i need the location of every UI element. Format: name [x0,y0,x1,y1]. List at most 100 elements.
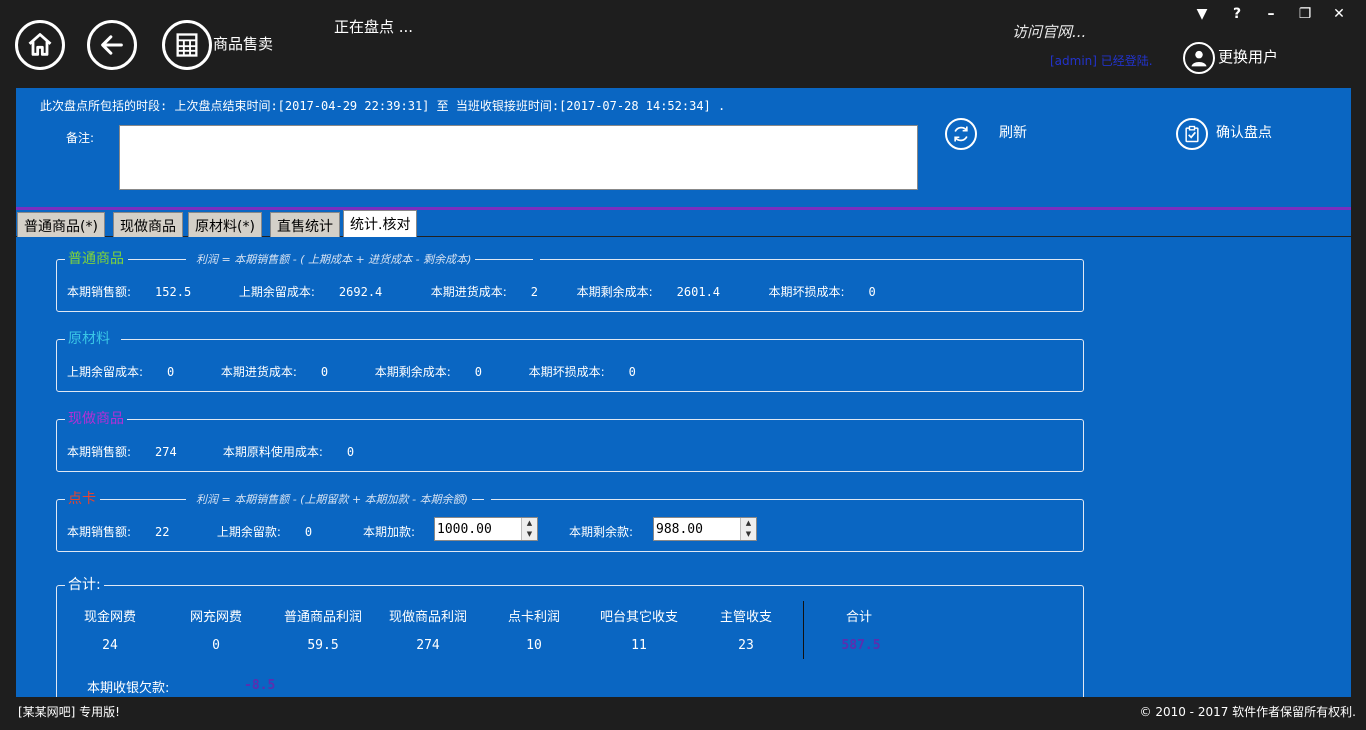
status-bar: [某某网吧] 专用版! © 2010 - 2017 软件作者保留所有权利. [0,697,1366,730]
minimize-icon[interactable]: – [1260,6,1282,22]
help-icon[interactable]: ? [1226,6,1248,22]
field-value: 0 [346,445,355,459]
summary-value: 10 [526,638,542,653]
summary-value: 23 [738,638,754,653]
field-label: 本期销售额: [67,285,132,299]
point-card-group: 点卡 利润 = 本期销售额 - (上期留款 + 本期加款 - 本期余额) 本期销售… [56,488,1084,552]
remaining-funds-label: 本期剩余款: [569,525,634,539]
confirm-inventory-label[interactable]: 确认盘点 [1216,122,1272,142]
statistics-content: 普通商品 利润 = 本期销售额 - ( 上期成本 + 进货成本 - 剩余成本) 本… [16,237,1351,697]
summary-header: 现金网费 [83,610,136,625]
arrow-left-icon [101,35,123,55]
tab-raw-materials[interactable]: 原材料(*) [188,212,262,237]
tab-made-goods[interactable]: 现做商品 [113,212,183,237]
field-label: 本期剩余成本: [576,285,653,299]
add-funds-stepper[interactable]: ▲▼ [434,517,538,541]
refresh-label[interactable]: 刷新 [999,122,1027,142]
field-value: 0 [167,365,175,379]
field-value: 2601.4 [676,285,721,299]
add-funds-input[interactable] [435,518,521,540]
field-value: 0 [628,365,636,379]
refresh-icon [954,126,968,142]
period-description: 此次盘点所包括的时段: 上次盘点结束时间:[2017-04-29 22:39:3… [40,99,726,113]
confirm-inventory-button[interactable] [1176,118,1208,150]
field-row: 本期销售额: 152.5 上期余留成本: 2692.4 本期进货成本: 2 本期剩余成… [67,283,876,300]
clipboard-check-icon [1185,125,1199,143]
switch-user-button[interactable] [1183,42,1215,74]
summary-header: 现做商品利润 [388,610,467,625]
made-goods-group: 现做商品 本期销售额: 274 本期原料使用成本: 0 [56,408,1084,472]
edition-text: [某某网吧] 专用版! [18,705,120,719]
cashier-debt-value: -8.5 [244,678,276,693]
calculator-icon [176,33,198,57]
summary-value: 59.5 [307,638,339,653]
tab-statistics-check[interactable]: 统计.核对 [343,210,418,237]
field-label: 本期坏损成本: [528,365,605,379]
goods-sale-button[interactable] [162,20,212,70]
increment-icon[interactable]: ▲ [522,518,537,529]
summary-value: 0 [212,638,220,653]
profit-formula: 利润 = 本期销售额 - (上期留款 + 本期加款 - 本期余额) [196,493,468,506]
group-title: 普通商品 [68,251,124,267]
inventory-info-panel: 此次盘点所包括的时段: 上次盘点结束时间:[2017-04-29 22:39:3… [16,88,1351,207]
decrement-icon[interactable]: ▼ [522,529,537,540]
refresh-button[interactable] [945,118,977,150]
tab-normal-goods[interactable]: 普通商品(*) [17,212,105,237]
normal-goods-group: 普通商品 利润 = 本期销售额 - ( 上期成本 + 进货成本 - 剩余成本) 本… [56,248,1084,312]
field-value: 0 [474,365,483,379]
close-icon[interactable]: ✕ [1328,6,1350,22]
tab-direct-sales[interactable]: 直售统计 [270,212,340,237]
home-button[interactable] [15,20,65,70]
field-label: 上期余留成本: [238,285,315,299]
add-funds-label: 本期加款: [363,525,416,539]
field-label: 本期剩余成本: [374,365,451,379]
summary-header: 网充网费 [189,610,242,625]
total-header: 合计 [845,610,872,625]
field-value: 2 [530,285,539,299]
title-bar: 商品售卖 正在盘点 ... 访问官网... [admin] 已经登陆. 更换用户… [0,0,1366,88]
login-status: [admin] 已经登陆. [1050,54,1153,68]
field-label: 本期原料使用成本: [222,445,323,459]
status-text: 正在盘点 ... [334,18,414,36]
decrement-icon[interactable]: ▼ [741,529,756,540]
summary-header: 吧台其它收支 [599,610,678,625]
tab-strip: 普通商品(*) 现做商品 原材料(*) 直售统计 统计.核对 [16,210,1351,237]
switch-user-label[interactable]: 更换用户 [1218,46,1278,67]
copyright-text: © 2010 - 2017 软件作者保留所有权利. [1139,705,1356,719]
field-value: 152.5 [155,285,192,299]
summary-header: 点卡利润 [507,610,560,625]
summary-header: 普通商品利润 [283,610,362,625]
field-label: 本期进货成本: [430,285,507,299]
summary-header: 主管收支 [719,610,772,625]
field-label: 本期进货成本: [220,365,297,379]
field-label: 本期销售额: [67,525,132,539]
back-button[interactable] [87,20,137,70]
field-value: 22 [155,525,170,539]
restore-icon[interactable]: ❐ [1294,6,1316,22]
field-label: 本期销售额: [67,445,132,459]
field-value: 2692.4 [338,285,383,299]
total-value: 587.5 [841,638,881,653]
group-title: 原材料 [68,331,110,347]
group-title: 点卡 [68,491,96,507]
visit-site-link[interactable]: 访问官网... [1012,21,1086,42]
divider [803,601,804,659]
group-title: 现做商品 [68,411,124,427]
goods-sale-label[interactable]: 商品售卖 [213,33,273,54]
summary-value: 24 [102,638,118,653]
field-label: 上期余留成本: [67,365,144,379]
field-label: 本期坏损成本: [768,285,845,299]
home-icon [28,33,52,56]
increment-icon[interactable]: ▲ [741,518,756,529]
dropdown-menu-icon[interactable]: ▼ [1191,6,1213,22]
summary-value: 11 [631,638,647,653]
field-label: 上期余留款: [216,525,281,539]
remaining-funds-stepper[interactable]: ▲▼ [653,517,757,541]
remaining-funds-input[interactable] [654,518,740,540]
field-value: 274 [155,445,177,459]
field-value: 0 [304,525,313,539]
note-input[interactable] [119,125,918,190]
field-row: 上期余留成本: 0 本期进货成本: 0 本期剩余成本: 0 本期坏损成本: 0 [67,363,636,380]
user-icon [1191,50,1207,67]
raw-materials-group: 原材料 上期余留成本: 0 本期进货成本: 0 本期剩余成本: 0 本期坏损成本: 0 [56,328,1084,392]
